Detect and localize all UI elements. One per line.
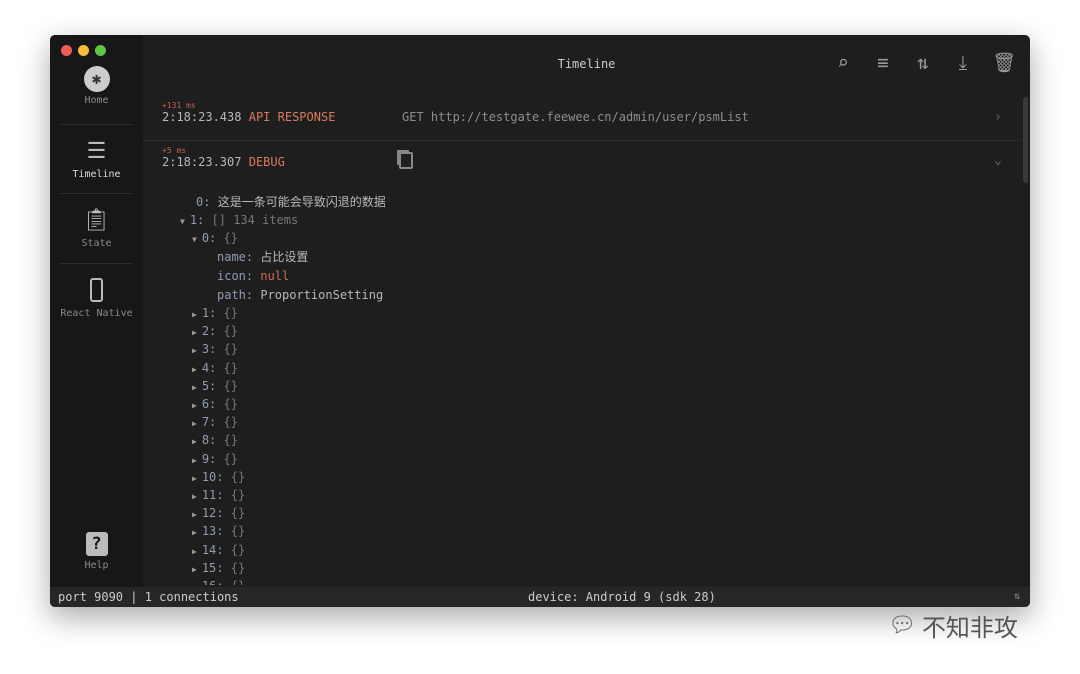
tree-item-object[interactable]: ▶ 11: {} (192, 486, 245, 504)
toolbar: ⌕ ≡ ⇅ ⤓ 🗑︎ (832, 51, 1016, 75)
sidebar: ✱ Home ☰ Timeline 📋︎ State React Native … (50, 35, 143, 587)
help-icon: ? (50, 530, 143, 556)
tree-item-object[interactable]: ▶ 3: {} (192, 340, 238, 358)
sidebar-item-label: Timeline (72, 169, 121, 180)
home-logo-icon: ✱ (50, 65, 143, 92)
chevron-right-icon[interactable]: › (994, 110, 1002, 125)
event-time: 2:18:23.307 (162, 155, 242, 169)
debug-tree: 0: 这是一条可能会导致闪退的数据 ▼ 1: [] 134 items ▼ 0: {… (143, 193, 1022, 585)
tree-item-object[interactable]: ▶ 9: {} (192, 450, 238, 468)
watermark: 💬︎ 不知非攻 (888, 608, 1018, 643)
tree-item-object[interactable]: ▶ 14: {} (192, 541, 245, 559)
tree-item: 0: 这是一条可能会导致闪退的数据 (196, 195, 386, 209)
minimize-button[interactable] (78, 45, 89, 56)
tree-item-object[interactable]: ▶ 6: {} (192, 395, 238, 413)
tree-item-object[interactable]: ▶ 2: {} (192, 322, 238, 340)
sidebar-item-label: React Native (60, 308, 133, 319)
event-delta: +131 ms (162, 101, 196, 110)
sidebar-item-label: Home (84, 95, 109, 106)
trash-icon[interactable]: 🗑︎ (992, 51, 1016, 75)
tree-item-object[interactable]: ▶ 1: {} (192, 304, 238, 322)
tree-item-object[interactable]: ▶ 10: {} (192, 468, 245, 486)
tree-item-object[interactable]: ▶ 5: {} (192, 377, 238, 395)
status-bar: port 9090 | 1 connections device: Androi… (50, 587, 1030, 607)
window-controls (61, 45, 106, 56)
event-header: 2:18:23.438 API RESPONSE (162, 110, 335, 124)
tree-item-object[interactable]: ▼ 0: {} (192, 229, 238, 247)
tree-field: icon: null (217, 269, 290, 283)
sort-icon[interactable]: ⇅ (912, 51, 934, 75)
sidebar-item-help[interactable]: ? Help (50, 530, 143, 571)
phone-icon (50, 278, 143, 304)
sidebar-item-timeline[interactable]: ☰ Timeline (50, 139, 143, 180)
event-detail: GET http://testgate.feewee.cn/admin/user… (402, 110, 749, 124)
device-info: device: Android 9 (sdk 28) (528, 590, 716, 604)
tree-field: path: ProportionSetting (217, 288, 384, 302)
sidebar-item-home[interactable]: ✱ Home (50, 65, 143, 106)
sidebar-item-label: State (81, 238, 112, 249)
search-icon[interactable]: ⌕ (832, 51, 854, 75)
filter-icon[interactable]: ≡ (872, 51, 894, 75)
tree-item-object[interactable]: ▶16: {} (192, 577, 245, 585)
tree-item-object[interactable]: ▶ 13: {} (192, 522, 245, 540)
tree-item-object[interactable]: ▶ 15: {} (192, 559, 245, 577)
sidebar-item-label: Help (84, 560, 109, 571)
chevron-down-icon[interactable]: ⌄ (994, 153, 1002, 168)
download-icon[interactable]: ⤓ (952, 51, 974, 75)
watermark-text: 不知非攻 (921, 614, 1018, 642)
tree-item-array[interactable]: ▼ 1: [] 134 items (180, 211, 298, 229)
tree-item-object[interactable]: ▶ 12: {} (192, 504, 245, 522)
tree-item-object[interactable]: ▶ 4: {} (192, 359, 238, 377)
tree-item-object[interactable]: ▶ 8: {} (192, 431, 238, 449)
clipboard-icon: 📋︎ (82, 208, 111, 233)
wechat-icon: 💬︎ (888, 613, 916, 638)
event-delta: +5 ms (162, 146, 187, 155)
maximize-button[interactable] (95, 45, 106, 56)
copy-icon[interactable] (399, 152, 413, 169)
tree-item-object[interactable]: ▶ 7: {} (192, 413, 238, 431)
tree-field: name: 占比设置 (217, 250, 309, 264)
sidebar-item-react-native[interactable]: React Native (50, 278, 143, 319)
list-icon: ☰ (86, 139, 107, 164)
close-button[interactable] (61, 45, 72, 56)
sort-icon[interactable]: ⇅ (1014, 587, 1020, 607)
event-type: API RESPONSE (248, 110, 336, 124)
reactotron-window: ✱ Home ☰ Timeline 📋︎ State React Native … (50, 35, 1030, 607)
event-type: DEBUG (248, 155, 285, 169)
sidebar-item-state[interactable]: 📋︎ State (50, 208, 143, 249)
connection-status: port 9090 | 1 connections (58, 590, 239, 604)
timeline-event-api-response[interactable]: +131 ms 2:18:23.438 API RESPONSE GET htt… (143, 95, 1022, 141)
event-time: 2:18:23.438 (162, 110, 242, 124)
event-header: 2:18:23.307 DEBUG (162, 155, 285, 169)
scrollbar[interactable] (1023, 97, 1028, 183)
